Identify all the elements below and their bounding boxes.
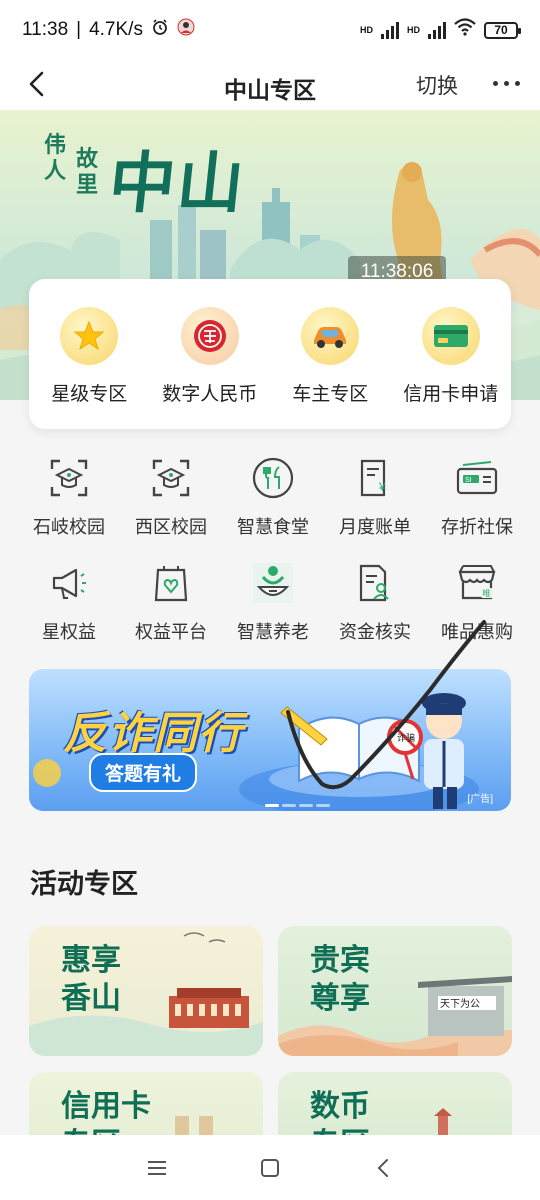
switch-button[interactable]: 切换 <box>416 70 458 100</box>
tianxiaweigong-sign-text: 天下为公 <box>440 998 480 1010</box>
hero-small-text-2: 故 里 <box>76 146 99 198</box>
alarm-icon <box>151 18 169 42</box>
social-security-card-icon: SI <box>454 455 500 501</box>
quick-access-card: 星级专区 数字人民币 车主专区 信用卡申请 <box>29 279 511 429</box>
activity-card-credit-card[interactable]: 信用卡 专区 <box>29 1072 263 1135</box>
activity-card-title: 信用卡 专区 <box>61 1089 151 1135</box>
activity-section-title: 活动专区 <box>30 869 138 899</box>
activity-card-title: 贵宾 尊享 <box>310 943 370 1016</box>
megaphone-icon <box>46 560 92 606</box>
grid-item-passbook-social-security[interactable]: SI 存折社保 <box>426 455 528 560</box>
campus-icon <box>148 455 194 501</box>
car-icon <box>301 307 360 365</box>
home-square-icon <box>260 1158 279 1177</box>
signal-icon <box>381 21 399 39</box>
credit-card-icon <box>421 307 480 365</box>
wifi-icon <box>454 18 476 42</box>
menu-icon <box>147 1160 166 1175</box>
quick-item-star-zone[interactable]: 星级专区 <box>29 279 150 429</box>
grid-item-west-campus[interactable]: 西区校园 <box>120 455 222 560</box>
back-triangle-icon <box>377 1158 389 1177</box>
grid-item-shiqi-campus[interactable]: 石岐校园 <box>18 455 120 560</box>
grid-item-monthly-bill[interactable]: ¥ 月度账单 <box>324 455 426 560</box>
more-button[interactable] <box>486 68 526 98</box>
svg-text:¥: ¥ <box>378 480 386 494</box>
grid-item-smart-canteen[interactable]: 智慧食堂 <box>222 455 324 560</box>
system-back-button[interactable] <box>363 1148 403 1188</box>
star-icon <box>60 307 119 365</box>
banner-subtitle: 答题有礼 <box>89 753 198 792</box>
svg-text:唯: 唯 <box>483 588 491 598</box>
system-navigation-bar <box>0 1135 540 1200</box>
rights-bag-icon <box>148 560 194 606</box>
hero-title: 中山 <box>105 144 250 222</box>
svg-text:SI: SI <box>465 477 472 484</box>
grid-item-rights-platform[interactable]: 权益平台 <box>120 560 222 665</box>
ad-tag: [广告] <box>467 794 493 805</box>
service-grid: 石岐校园 西区校园 智慧食堂 ¥ 月度账单 SI 存折社保 星权益 权益平台 智… <box>18 455 528 665</box>
canteen-icon <box>250 455 296 501</box>
quick-item-car-owner[interactable]: 车主专区 <box>270 279 391 429</box>
status-bar: 11:38 | 4.7K/s HD HD 70 <box>0 0 540 60</box>
fund-verify-icon <box>352 560 398 606</box>
nav-bar: 中山专区 切换 <box>0 60 540 110</box>
activity-card-vip-zunxiang[interactable]: 天下为公 贵宾 尊享 <box>278 926 512 1056</box>
chevron-left-icon <box>29 71 44 97</box>
page-title: 中山专区 <box>224 77 316 103</box>
banner-pagination <box>265 804 330 807</box>
no-fraud-sign-text: 诈骗 <box>397 732 415 744</box>
quick-item-digital-rmb[interactable]: 数字人民币 <box>150 279 271 429</box>
hero-small-text: 伟 人 <box>44 132 67 184</box>
anti-fraud-banner[interactable]: 诈骗 反诈同行 答题有礼 [广告] <box>29 669 511 811</box>
notification-avatar-icon <box>177 18 195 42</box>
status-time: 11:38 <box>22 19 69 40</box>
grid-item-star-rights[interactable]: 星权益 <box>18 560 120 665</box>
grid-item-vip-shopping[interactable]: 唯 唯品惠购 <box>426 560 528 665</box>
grid-item-fund-verification[interactable]: 资金核实 <box>324 560 426 665</box>
grid-item-smart-elderly-care[interactable]: 智慧养老 <box>222 560 324 665</box>
shop-icon: 唯 <box>454 560 500 606</box>
hd-label-2: HD <box>407 25 420 35</box>
status-speed: 4.7K/s <box>89 19 143 40</box>
activity-card-title: 数币 专区 <box>310 1089 370 1135</box>
elderly-care-icon <box>250 560 296 606</box>
banner-title: 反诈同行 <box>63 709 243 758</box>
back-button[interactable] <box>18 66 54 102</box>
activity-card-title: 惠享 香山 <box>61 943 121 1016</box>
signal-icon-2 <box>428 21 446 39</box>
home-button[interactable] <box>250 1148 290 1188</box>
hd-label-1: HD <box>360 25 373 35</box>
recent-apps-button[interactable] <box>137 1148 177 1188</box>
battery-icon: 70 <box>484 21 521 39</box>
activity-card-digital-currency[interactable]: 数币 专区 <box>278 1072 512 1135</box>
activity-card-huixiang-xiangshan[interactable]: 惠享 香山 <box>29 926 263 1056</box>
digital-rmb-icon <box>180 307 239 365</box>
bill-icon: ¥ <box>352 455 398 501</box>
quick-item-credit-card[interactable]: 信用卡申请 <box>391 279 512 429</box>
campus-icon <box>46 455 92 501</box>
